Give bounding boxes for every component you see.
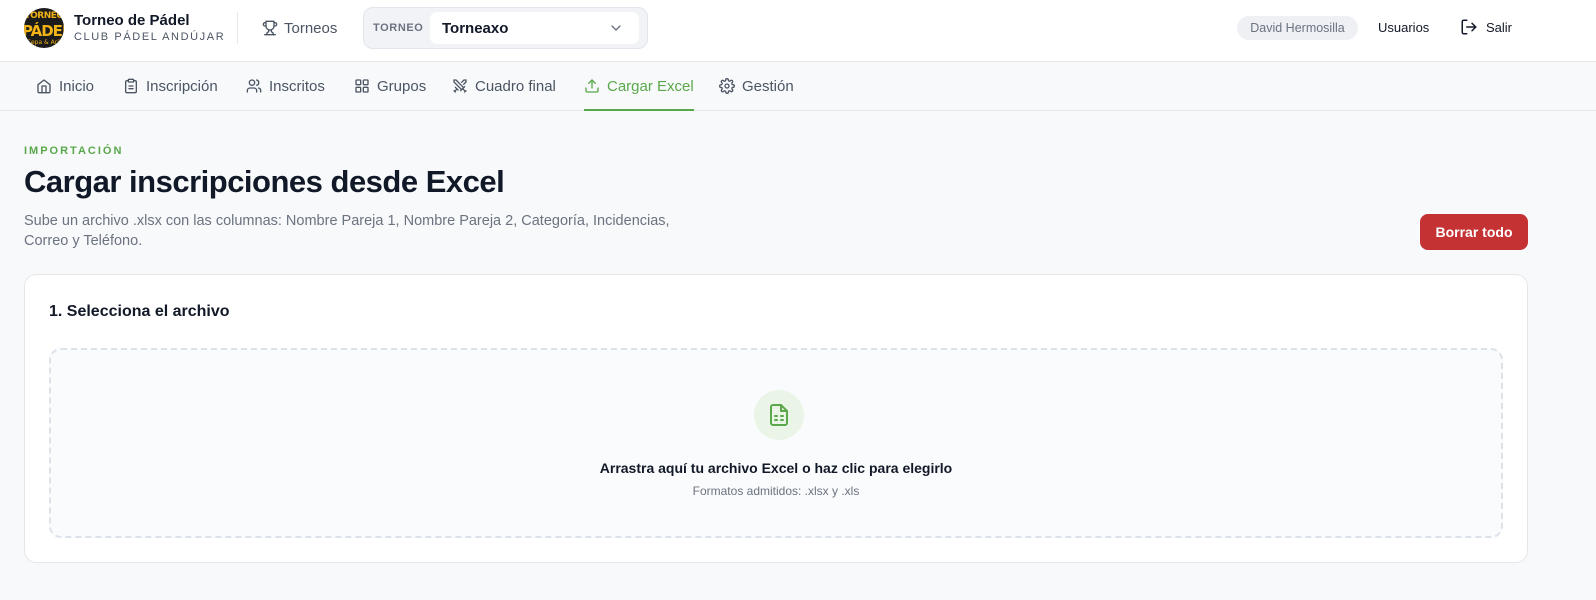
dropzone-hint: Formatos admitidos: .xlsx y .xls xyxy=(692,484,860,498)
logo-text-bottom: Cepa & Arit xyxy=(26,39,62,46)
brand-subtitle: CLUB PÁDEL ANDÚJAR xyxy=(74,31,226,43)
tab-inicio[interactable]: Inicio xyxy=(36,62,94,110)
page-description: Sube un archivo .xlsx con las columnas: … xyxy=(24,213,670,249)
swords-icon xyxy=(453,79,467,93)
logo-text-top: TORNEO xyxy=(24,11,64,21)
tab-label: Grupos xyxy=(377,77,427,95)
tournament-dropdown[interactable]: Torneaxo xyxy=(430,12,639,44)
tab-label: Inicio xyxy=(59,77,95,95)
trophy-icon xyxy=(262,20,278,36)
tab-label: Inscritos xyxy=(269,77,325,95)
upload-icon xyxy=(585,79,599,93)
tab-cargar-excel[interactable]: Cargar Excel xyxy=(584,62,694,111)
brand-title: Torneo de Pádel xyxy=(74,12,190,29)
torneos-link[interactable]: Torneos xyxy=(262,16,337,40)
logout-label: Salir xyxy=(1486,19,1513,35)
card-title: 1. Selecciona el archivo xyxy=(49,303,230,320)
club-logo[interactable]: TORNEO PÁDEL Cepa & Arit xyxy=(24,8,64,48)
tab-label: Inscripción xyxy=(146,77,218,95)
file-dropzone[interactable]: Arrastra aquí tu archivo Excel o haz cli… xyxy=(49,348,1503,538)
chevron-down-icon xyxy=(611,25,621,31)
logout-icon xyxy=(1461,19,1477,35)
tournament-selector-label: TORNEO xyxy=(373,22,424,34)
tab-gestion[interactable]: Gestión xyxy=(719,62,794,110)
users-link[interactable]: Usuarios xyxy=(1378,20,1429,35)
tab-inscripcion[interactable]: Inscripción xyxy=(123,62,218,110)
header-divider xyxy=(237,12,238,44)
logo-text-main: PÁDEL xyxy=(24,22,64,40)
top-header: TORNEO PÁDEL Cepa & Arit Torneo de Pádel… xyxy=(0,0,1596,62)
delete-all-button[interactable]: Borrar todo xyxy=(1420,214,1528,250)
upload-card: 1. Selecciona el archivo Arrastra aquí t… xyxy=(24,274,1528,563)
tab-grupos[interactable]: Grupos xyxy=(354,62,426,110)
home-icon xyxy=(37,79,51,94)
torneos-link-label: Torneos xyxy=(284,19,338,37)
users-icon xyxy=(246,79,262,93)
page-title: Cargar inscripciones desde Excel xyxy=(24,164,505,199)
tab-label: Cuadro final xyxy=(475,77,556,95)
tournament-selected-value: Torneaxo xyxy=(442,20,509,37)
main-tabs: Inicio Inscripción Inscritos Grupos Cuad… xyxy=(0,62,1596,111)
file-icon-badge xyxy=(754,390,804,440)
user-badge: David Hermosilla xyxy=(1237,16,1358,40)
tab-cuadro-final[interactable]: Cuadro final xyxy=(452,62,556,110)
tab-label: Gestión xyxy=(742,77,794,95)
grid-icon xyxy=(355,79,369,93)
dropzone-text: Arrastra aquí tu archivo Excel o haz cli… xyxy=(599,460,953,476)
logout-button[interactable]: Salir xyxy=(1460,18,1512,36)
tournament-selector: TORNEO Torneaxo xyxy=(363,7,648,49)
file-spreadsheet-icon xyxy=(770,404,788,426)
tab-label: Cargar Excel xyxy=(607,77,694,95)
section-kicker: IMPORTACIÓN xyxy=(24,145,124,157)
gear-icon xyxy=(719,78,735,94)
clipboard-icon xyxy=(125,78,137,94)
tab-inscritos[interactable]: Inscritos xyxy=(246,62,325,110)
